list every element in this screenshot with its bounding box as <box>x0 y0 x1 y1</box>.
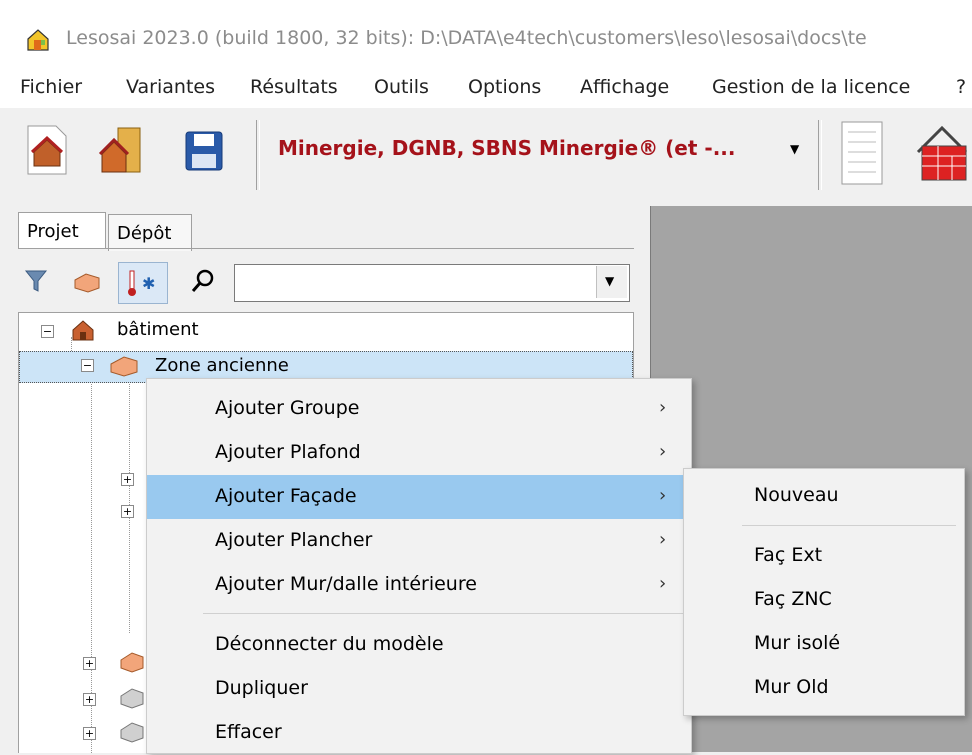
expand-toggle[interactable]: + <box>83 727 96 740</box>
search-icon[interactable] <box>190 268 216 294</box>
search-dropdown-button[interactable]: ▼ <box>596 266 627 298</box>
chevron-right-icon: › <box>659 529 667 550</box>
submenu-item-mur-old[interactable]: Mur Old <box>684 667 964 709</box>
menu-resultats[interactable]: Résultats <box>250 76 338 98</box>
collapse-toggle[interactable]: − <box>81 359 94 372</box>
zone-filter-icon[interactable] <box>72 270 102 294</box>
tab-depot[interactable]: Dépôt <box>108 214 192 251</box>
report-icon[interactable] <box>838 118 888 188</box>
submenu-item-fac-ext[interactable]: Faç Ext <box>684 535 964 577</box>
submenu-item-fac-znc[interactable]: Faç ZNC <box>684 579 964 621</box>
toolbar-separator <box>818 120 822 190</box>
menu-bar: Fichier Variantes Résultats Outils Optio… <box>0 64 972 108</box>
menu-item-dupliquer[interactable]: Dupliquer <box>147 667 691 711</box>
chevron-down-icon: ▼ <box>605 274 615 288</box>
expand-toggle[interactable]: + <box>121 505 134 518</box>
menu-affichage[interactable]: Affichage <box>580 76 669 98</box>
building-bricks-icon[interactable] <box>912 118 972 188</box>
app-icon <box>27 29 49 51</box>
menu-item-ajouter-plafond[interactable]: Ajouter Plafond › <box>147 431 691 475</box>
collapse-toggle[interactable]: − <box>41 325 54 338</box>
zone-icon <box>120 652 144 673</box>
search-input[interactable] <box>234 264 630 302</box>
submenu-item-mur-isole[interactable]: Mur isolé <box>684 623 964 665</box>
menu-outils[interactable]: Outils <box>374 76 429 98</box>
menu-item-ajouter-mur-dalle[interactable]: Ajouter Mur/dalle intérieure › <box>147 563 691 607</box>
save-icon[interactable] <box>180 122 230 178</box>
submenu-item-nouveau[interactable]: Nouveau <box>684 475 964 517</box>
menu-fichier[interactable]: Fichier <box>20 76 82 98</box>
tab-projet-label: Projet <box>27 221 79 242</box>
zone-grey-icon <box>120 722 144 743</box>
filter-icon[interactable] <box>24 268 48 294</box>
open-project-icon[interactable] <box>96 122 146 178</box>
label-select[interactable]: Minergie, DGNB, SBNS Minergie® (et -... … <box>278 128 808 168</box>
tree-item-batiment[interactable]: bâtiment <box>117 319 199 340</box>
menu-options[interactable]: Options <box>468 76 541 98</box>
menu-item-ajouter-groupe[interactable]: Ajouter Groupe › <box>147 387 691 431</box>
expand-toggle[interactable]: + <box>83 693 96 706</box>
menu-item-ajouter-facade[interactable]: Ajouter Façade › <box>147 475 691 519</box>
menu-item-effacer[interactable]: Effacer <box>147 711 691 755</box>
window-title: Lesosai 2023.0 (build 1800, 32 bits): D:… <box>66 27 867 49</box>
chevron-right-icon: › <box>659 573 667 594</box>
tree-item-zone-ancienne[interactable]: Zone ancienne <box>155 355 289 376</box>
menu-separator <box>742 525 956 526</box>
chevron-right-icon: › <box>659 485 667 506</box>
chevron-right-icon: › <box>659 441 667 462</box>
svg-text:✱: ✱ <box>142 274 155 293</box>
building-icon <box>72 320 94 341</box>
menu-licence[interactable]: Gestion de la licence <box>712 76 910 98</box>
menu-item-deconnecter[interactable]: Déconnecter du modèle <box>147 623 691 667</box>
tab-divider <box>18 248 634 249</box>
facade-submenu: Nouveau Faç Ext Faç ZNC Mur isolé Mur Ol… <box>683 468 965 716</box>
climate-filter-button[interactable]: ✱ <box>118 262 168 304</box>
menu-help[interactable]: ? <box>956 76 966 98</box>
chevron-right-icon: › <box>659 397 667 418</box>
title-bar: Lesosai 2023.0 (build 1800, 32 bits): D:… <box>0 0 972 65</box>
chevron-down-icon: ▼ <box>790 142 800 156</box>
label-select-value: Minergie, DGNB, SBNS Minergie® (et -... <box>278 136 736 160</box>
toolbar-separator <box>256 120 260 190</box>
context-menu: Ajouter Groupe › Ajouter Plafond › Ajout… <box>146 378 692 754</box>
expand-toggle[interactable]: + <box>121 473 134 486</box>
menu-variantes[interactable]: Variantes <box>126 76 215 98</box>
zone-grey-icon <box>120 688 144 709</box>
thermometer-snow-icon: ✱ <box>128 270 155 296</box>
expand-toggle[interactable]: + <box>83 657 96 670</box>
tab-projet[interactable]: Projet <box>18 212 106 249</box>
tab-depot-label: Dépôt <box>117 223 172 244</box>
menu-item-ajouter-plancher[interactable]: Ajouter Plancher › <box>147 519 691 563</box>
new-project-icon[interactable] <box>22 122 72 178</box>
zone-icon <box>110 356 138 377</box>
menu-separator <box>203 613 683 614</box>
